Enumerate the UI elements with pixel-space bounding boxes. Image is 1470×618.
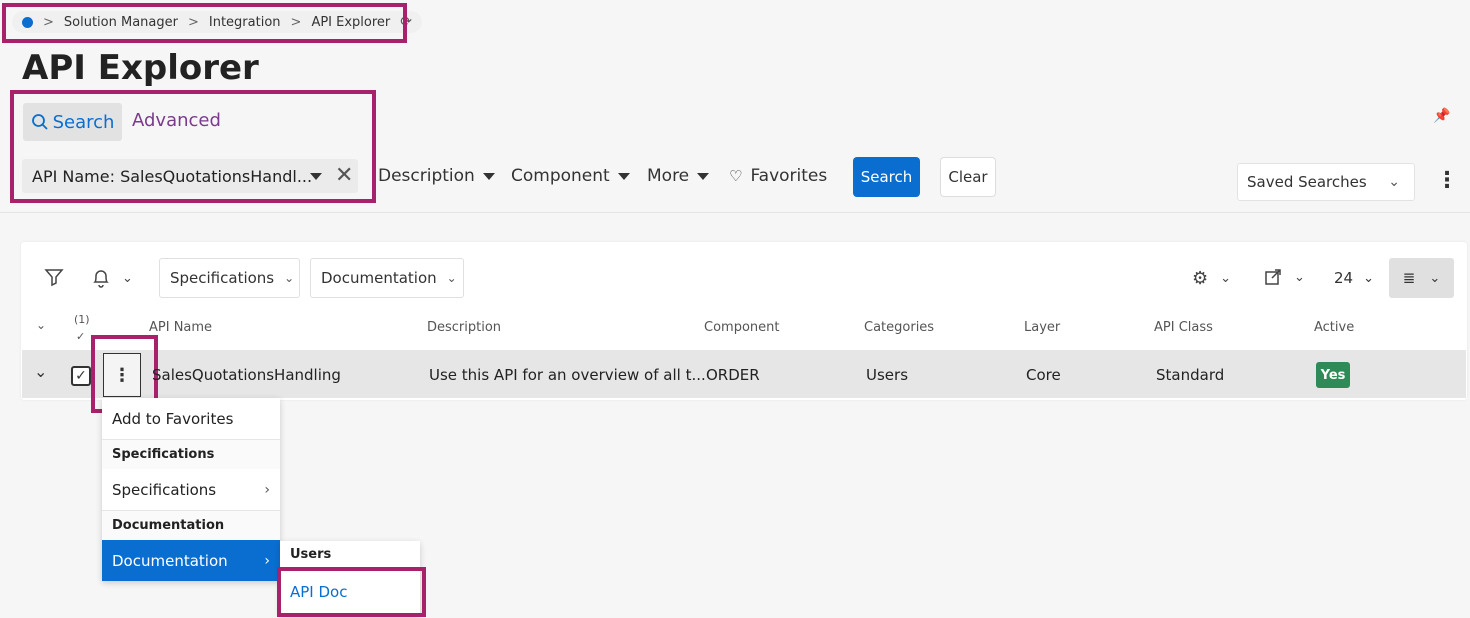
gear-icon: ⚙	[1192, 268, 1209, 289]
caret-down-icon	[482, 172, 495, 180]
submenu-header: Users	[290, 547, 332, 562]
menu-documentation-label: Documentation	[112, 551, 228, 570]
menu-documentation[interactable]: Documentation ›	[102, 540, 280, 581]
column-categories[interactable]: Categories	[864, 320, 934, 335]
filter-favorites[interactable]: ♡ Favorites	[729, 166, 827, 186]
row-actions-button[interactable]: ⋮	[103, 353, 141, 397]
cell-component: ORDER	[706, 366, 760, 384]
column-layer[interactable]: Layer	[1024, 320, 1060, 335]
cell-api-name[interactable]: SalesQuotationsHandling	[152, 366, 341, 384]
search-button[interactable]: Search	[853, 157, 920, 197]
filter-description[interactable]: Description	[378, 166, 495, 186]
search-icon	[31, 114, 48, 130]
column-component[interactable]: Component	[704, 320, 779, 335]
breadcrumb-separator: >	[290, 14, 302, 30]
saved-searches-select[interactable]: Saved Searches ⌄	[1237, 163, 1415, 201]
cell-layer: Core	[1026, 366, 1061, 384]
filter-favorites-label: Favorites	[750, 166, 828, 186]
caret-down-icon	[697, 172, 710, 180]
breadcrumb-separator: >	[43, 14, 54, 30]
caret-down-icon	[617, 172, 630, 180]
view-mode-dropdown[interactable]: ≣ ⌄	[1389, 258, 1454, 298]
tab-search-label: Search	[52, 111, 115, 133]
list-icon: ≣	[1402, 269, 1416, 287]
documentation-submenu: Users API Doc	[280, 541, 420, 616]
home-dot-icon[interactable]	[22, 16, 33, 28]
specifications-dropdown[interactable]: Specifications ⌄	[159, 258, 300, 298]
filter-icon[interactable]	[44, 267, 64, 292]
column-api-name[interactable]: API Name	[149, 320, 212, 335]
more-options-icon[interactable]: ⋮	[1436, 168, 1458, 193]
row-expand-icon[interactable]: ⌄	[34, 362, 47, 381]
menu-section-documentation: Documentation	[102, 510, 280, 540]
cell-api-class: Standard	[1156, 366, 1225, 384]
selected-count: (1)	[74, 313, 90, 326]
menu-specifications[interactable]: Specifications ›	[102, 469, 280, 510]
menu-section-documentation-label: Documentation	[112, 518, 225, 533]
active-status-badge: Yes	[1316, 362, 1350, 388]
row-context-menu: Add to Favorites Specifications Specific…	[102, 398, 280, 581]
page-title: API Explorer	[22, 48, 259, 88]
filter-description-label: Description	[378, 166, 475, 186]
breadcrumb-integration[interactable]: Integration	[209, 15, 281, 30]
heart-icon: ♡	[729, 167, 743, 185]
menu-section-specifications-label: Specifications	[112, 447, 215, 462]
chevron-down-icon: ⌄	[1220, 271, 1232, 286]
tab-advanced[interactable]: Advanced	[132, 110, 221, 131]
filter-more[interactable]: More	[647, 166, 710, 186]
cell-categories: Users	[866, 366, 909, 384]
column-api-class[interactable]: API Class	[1154, 320, 1213, 335]
filter-component[interactable]: Component	[511, 166, 630, 186]
breadcrumb: > Solution Manager > Integration > API E…	[12, 11, 422, 33]
chevron-down-icon: ⌄	[1294, 269, 1305, 285]
chevron-down-icon: ⌄	[446, 271, 457, 285]
specifications-dropdown-label: Specifications	[170, 269, 275, 287]
breadcrumb-separator: >	[187, 14, 199, 30]
chevron-down-icon: ⌄	[1388, 174, 1400, 190]
submenu-api-doc[interactable]: API Doc	[290, 583, 347, 601]
select-all-icon[interactable]: ✓	[76, 330, 85, 343]
export-icon	[1265, 269, 1281, 285]
cell-description: Use this API for an overview of all t...	[429, 366, 706, 384]
column-description[interactable]: Description	[427, 320, 501, 335]
settings-dropdown[interactable]: ⚙ ⌄	[1192, 268, 1231, 289]
documentation-dropdown[interactable]: Documentation ⌄	[310, 258, 464, 298]
chevron-down-icon: ⌄	[284, 271, 295, 285]
page-size-dropdown[interactable]: 24 ⌄	[1334, 269, 1374, 287]
saved-searches-label: Saved Searches	[1247, 173, 1367, 191]
divider	[0, 212, 1470, 213]
page-size-label: 24	[1334, 269, 1354, 287]
column-active[interactable]: Active	[1314, 320, 1354, 335]
api-name-filter-label: API Name: SalesQuotationsHandl...	[32, 166, 313, 186]
menu-add-to-favorites[interactable]: Add to Favorites	[102, 398, 280, 439]
caret-down-icon[interactable]	[310, 173, 322, 180]
notifications-dropdown[interactable]: ⌄	[92, 268, 133, 288]
expand-all-icon[interactable]: ⌄	[36, 318, 46, 332]
filter-more-label: More	[647, 166, 690, 186]
breadcrumb-api-explorer: API Explorer	[311, 14, 391, 30]
export-dropdown[interactable]: ⌄	[1264, 268, 1305, 286]
tab-search[interactable]: Search	[23, 103, 122, 141]
menu-section-specifications: Specifications	[102, 439, 280, 469]
row-checkbox[interactable]: ✓	[71, 366, 91, 386]
filter-component-label: Component	[511, 166, 610, 186]
chevron-down-icon: ⌄	[122, 270, 133, 286]
breadcrumb-solution-manager[interactable]: Solution Manager	[64, 15, 178, 30]
pin-icon[interactable]: 📌	[1433, 108, 1450, 124]
chevron-down-icon: ⌄	[1363, 270, 1374, 286]
refresh-icon[interactable]: ⟳	[400, 14, 412, 30]
clear-button[interactable]: Clear	[940, 157, 996, 197]
close-icon[interactable]: ✕	[335, 163, 353, 188]
chevron-right-icon: ›	[264, 481, 270, 498]
documentation-dropdown-label: Documentation	[321, 269, 437, 287]
chevron-right-icon: ›	[264, 552, 270, 569]
menu-add-to-favorites-label: Add to Favorites	[112, 409, 234, 428]
menu-specifications-label: Specifications	[112, 480, 217, 499]
api-name-filter-chip[interactable]: API Name: SalesQuotationsHandl... ✕	[22, 159, 358, 193]
chevron-down-icon: ⌄	[1429, 270, 1441, 286]
bell-icon	[93, 270, 109, 288]
